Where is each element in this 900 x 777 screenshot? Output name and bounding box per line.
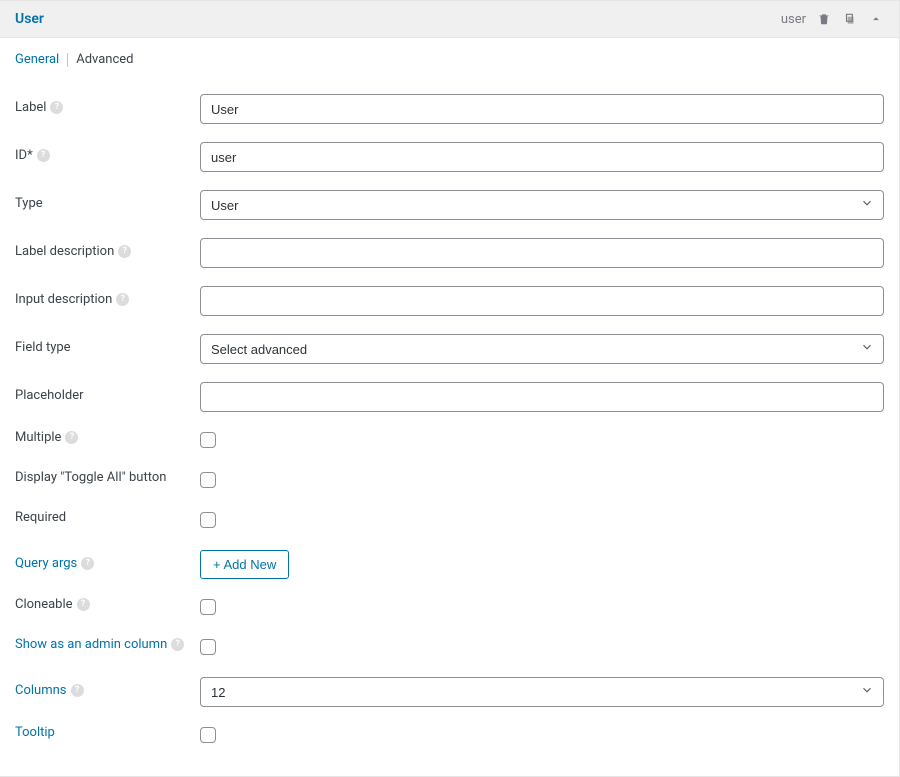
collapse-icon[interactable] bbox=[868, 11, 884, 27]
row-type: Type bbox=[15, 181, 884, 229]
row-placeholder: Placeholder bbox=[15, 373, 884, 421]
row-columns: Columns ? bbox=[15, 668, 884, 716]
id-label: ID* ? bbox=[15, 142, 200, 163]
row-tooltip: Tooltip bbox=[15, 716, 884, 756]
row-field-type: Field type bbox=[15, 325, 884, 373]
panel-header: User user bbox=[0, 1, 899, 38]
row-input-description: Input description ? bbox=[15, 277, 884, 325]
tooltip-checkbox[interactable] bbox=[200, 727, 216, 743]
tab-advanced[interactable]: Advanced bbox=[76, 52, 133, 67]
row-toggle-all: Display "Toggle All" button bbox=[15, 461, 884, 501]
label-input[interactable] bbox=[200, 94, 884, 124]
field-type-label: Field type bbox=[15, 334, 200, 355]
row-label: Label ? bbox=[15, 85, 884, 133]
type-label: Type bbox=[15, 190, 200, 211]
row-label-description: Label description ? bbox=[15, 229, 884, 277]
tabs: General Advanced bbox=[0, 38, 899, 75]
trash-icon[interactable] bbox=[816, 11, 832, 27]
help-icon[interactable]: ? bbox=[71, 684, 84, 697]
form-body: Label ? ID* ? Type bbox=[0, 75, 899, 776]
label-description-input[interactable] bbox=[200, 238, 884, 268]
field-settings-panel: User user General Advanced Label ? bbox=[0, 0, 900, 777]
help-icon[interactable]: ? bbox=[65, 431, 78, 444]
help-icon[interactable]: ? bbox=[50, 101, 63, 114]
admin-column-checkbox[interactable] bbox=[200, 639, 216, 655]
help-icon[interactable]: ? bbox=[37, 149, 50, 162]
columns-select[interactable] bbox=[200, 677, 884, 707]
panel-actions: user bbox=[781, 11, 884, 27]
copy-icon[interactable] bbox=[842, 11, 858, 27]
required-checkbox[interactable] bbox=[200, 512, 216, 528]
tab-divider bbox=[67, 53, 68, 67]
placeholder-input[interactable] bbox=[200, 382, 884, 412]
row-id: ID* ? bbox=[15, 133, 884, 181]
row-admin-column: Show as an admin column ? bbox=[15, 628, 884, 668]
toggle-all-label: Display "Toggle All" button bbox=[15, 470, 200, 485]
input-description-label: Input description ? bbox=[15, 286, 200, 307]
multiple-checkbox[interactable] bbox=[200, 432, 216, 448]
label-label: Label ? bbox=[15, 94, 200, 115]
panel-title: User bbox=[15, 11, 44, 27]
help-icon[interactable]: ? bbox=[81, 557, 94, 570]
row-cloneable: Cloneable ? bbox=[15, 588, 884, 628]
label-description-label: Label description ? bbox=[15, 238, 200, 259]
placeholder-label: Placeholder bbox=[15, 382, 200, 403]
admin-column-label[interactable]: Show as an admin column ? bbox=[15, 637, 200, 652]
cloneable-label: Cloneable ? bbox=[15, 597, 200, 612]
help-icon[interactable]: ? bbox=[116, 293, 129, 306]
query-args-label[interactable]: Query args ? bbox=[15, 550, 200, 571]
tab-general[interactable]: General bbox=[15, 52, 59, 67]
panel-id-tag: user bbox=[781, 12, 806, 27]
cloneable-checkbox[interactable] bbox=[200, 599, 216, 615]
type-select[interactable] bbox=[200, 190, 884, 220]
field-type-select[interactable] bbox=[200, 334, 884, 364]
row-query-args: Query args ? + Add New bbox=[15, 541, 884, 588]
multiple-label: Multiple ? bbox=[15, 430, 200, 445]
id-input[interactable] bbox=[200, 142, 884, 172]
help-icon[interactable]: ? bbox=[77, 598, 90, 611]
required-label: Required bbox=[15, 510, 200, 525]
toggle-all-checkbox[interactable] bbox=[200, 472, 216, 488]
add-new-button[interactable]: + Add New bbox=[200, 550, 289, 579]
row-required: Required bbox=[15, 501, 884, 541]
row-multiple: Multiple ? bbox=[15, 421, 884, 461]
tooltip-label[interactable]: Tooltip bbox=[15, 725, 200, 740]
help-icon[interactable]: ? bbox=[118, 245, 131, 258]
columns-label[interactable]: Columns ? bbox=[15, 677, 200, 698]
help-icon[interactable]: ? bbox=[171, 638, 184, 651]
input-description-input[interactable] bbox=[200, 286, 884, 316]
